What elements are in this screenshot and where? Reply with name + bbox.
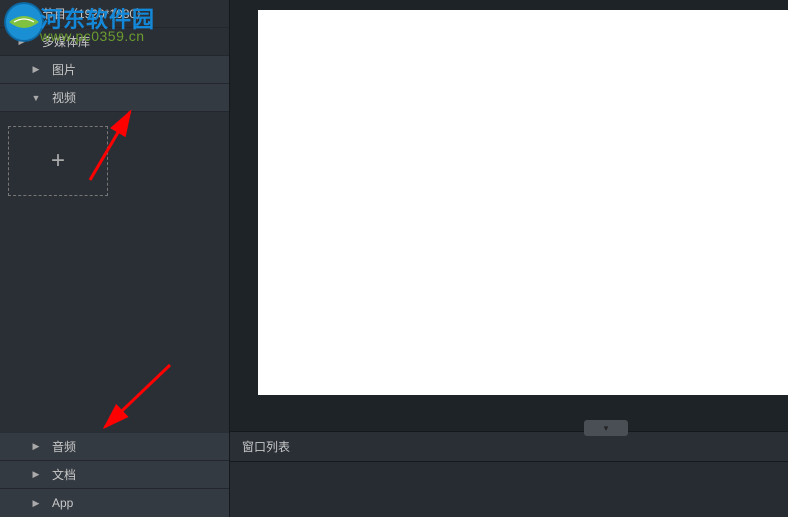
window-list-title: 窗口列表 [242, 438, 290, 455]
tree-item-doc[interactable]: ▶ 文档 [0, 461, 229, 489]
main-area: ▾ 窗口列表 [230, 0, 788, 517]
sidebar: ▶ 节目（1920*1080） ▶ 多媒体库 ▶ 图片 ▼ 视频 + ▶ 音频 … [0, 0, 230, 517]
chevron-right-icon: ▶ [30, 469, 42, 480]
tree-item-app[interactable]: ▶ App [0, 489, 229, 517]
preview-canvas[interactable] [258, 10, 788, 395]
tree-item-label: 视频 [52, 89, 76, 106]
canvas-wrap [230, 0, 788, 431]
add-video-button[interactable]: + [8, 126, 108, 196]
chevron-right-icon: ▶ [30, 441, 42, 452]
plus-icon: + [51, 147, 65, 175]
chevron-right-icon: ▶ [16, 36, 28, 47]
tree-item-label: 文档 [52, 466, 76, 483]
chevron-right-icon: ▶ [30, 64, 42, 75]
window-list-header[interactable]: ▾ 窗口列表 [230, 431, 788, 461]
tree-item-label: 图片 [52, 61, 76, 78]
tree-item-audio[interactable]: ▶ 音频 [0, 433, 229, 461]
video-add-zone: + [0, 112, 229, 196]
chevron-down-icon: ▼ [30, 93, 42, 103]
window-list-body [230, 461, 788, 517]
app-root: 河东软件园 www.pc0359.cn ▶ 节目（1920*1080） ▶ 多媒… [0, 0, 788, 517]
tree-item-label: 多媒体库 [42, 33, 90, 50]
chevron-right-icon: ▶ [16, 8, 28, 19]
tree-item-label: 节目（1920*1080） [42, 5, 148, 22]
chevron-down-icon: ▾ [604, 423, 609, 434]
tree-item-label: 音频 [52, 438, 76, 455]
tree-item-media-library[interactable]: ▶ 多媒体库 [0, 28, 229, 56]
chevron-right-icon: ▶ [30, 498, 42, 509]
collapse-pill[interactable]: ▾ [584, 420, 628, 436]
tree-item-program[interactable]: ▶ 节目（1920*1080） [0, 0, 229, 28]
sidebar-filler [0, 196, 229, 433]
tree-item-video[interactable]: ▼ 视频 [0, 84, 229, 112]
tree-item-label: App [52, 496, 73, 510]
tree-item-image[interactable]: ▶ 图片 [0, 56, 229, 84]
